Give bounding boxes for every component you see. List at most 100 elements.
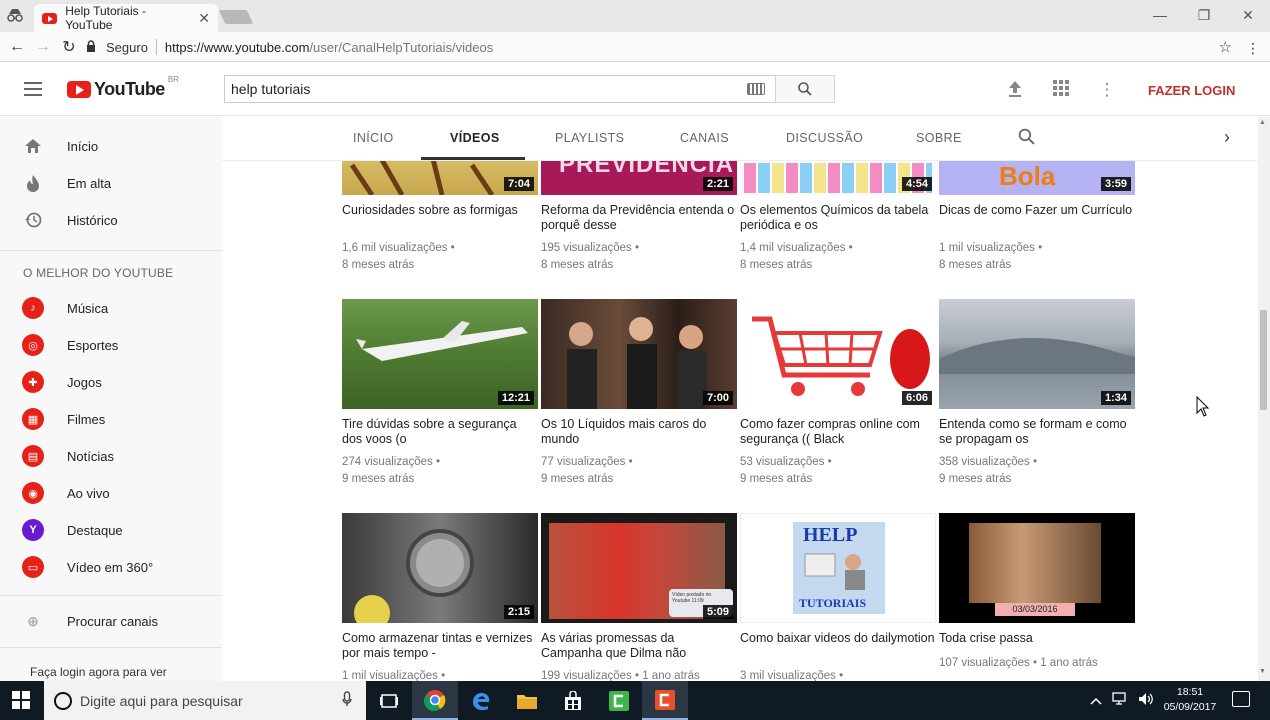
login-button[interactable]: FAZER LOGIN bbox=[1148, 83, 1235, 98]
hamburger-menu-icon[interactable] bbox=[24, 82, 42, 96]
video-views: 3 mil visualizações bbox=[740, 670, 836, 681]
store-icon[interactable] bbox=[550, 681, 596, 720]
sidebar-item-360-video[interactable]: ▭ Vídeo em 360° bbox=[0, 552, 222, 582]
apps-grid-icon[interactable] bbox=[1050, 80, 1072, 103]
video-thumbnail[interactable]: Bola 3:59 bbox=[939, 161, 1135, 195]
video-title[interactable]: Reforma da Previdência entenda o porquê … bbox=[541, 203, 737, 233]
sidebar-item-home[interactable]: Início bbox=[0, 131, 222, 161]
search-input[interactable]: help tutoriais bbox=[224, 75, 776, 103]
keyboard-icon[interactable] bbox=[747, 83, 765, 95]
video-age: 9 meses atrás bbox=[740, 473, 813, 485]
video-thumbnail[interactable]: 7:04 bbox=[342, 161, 538, 195]
tab-discussion[interactable]: DISCUSSÃO bbox=[786, 131, 863, 145]
chevron-up-icon[interactable] bbox=[1090, 694, 1102, 708]
video-card[interactable]: 1:34 Entenda como se formam e como se pr… bbox=[939, 299, 1135, 488]
windows-start-icon[interactable] bbox=[12, 691, 32, 711]
video-age: 8 meses atrás bbox=[342, 259, 415, 271]
task-view-icon[interactable] bbox=[366, 681, 412, 720]
video-thumbnail[interactable]: 7:00 bbox=[541, 299, 737, 409]
close-window-icon[interactable]: ✕ bbox=[1226, 0, 1270, 30]
video-title[interactable]: Curiosidades sobre as formigas bbox=[342, 203, 538, 233]
back-arrow-icon[interactable]: ← bbox=[4, 38, 30, 56]
video-card[interactable]: 4:54 Os elementos Químicos da tabela per… bbox=[740, 161, 936, 274]
tab-home[interactable]: INÍCIO bbox=[353, 131, 394, 145]
tab-channels[interactable]: CANAIS bbox=[680, 131, 729, 145]
action-center-icon[interactable] bbox=[1232, 691, 1250, 707]
video-card[interactable]: 7:00 Os 10 Líquidos mais caros do mundo … bbox=[541, 299, 737, 488]
tab-playlists[interactable]: PLAYLISTS bbox=[555, 131, 624, 145]
tab-videos[interactable]: VÍDEOS bbox=[450, 131, 500, 145]
taskbar-search-input[interactable]: Digite aqui para pesquisar bbox=[44, 681, 366, 720]
video-views: 274 visualizações bbox=[342, 456, 433, 468]
video-title[interactable]: Os 10 Líquidos mais caros do mundo bbox=[541, 417, 737, 447]
close-tab-icon[interactable]: ✕ bbox=[198, 10, 210, 27]
sidebar-item-news[interactable]: ▤ Notícias bbox=[0, 441, 222, 471]
video-thumbnail[interactable]: PREVIDÊNCIA 2:21 bbox=[541, 161, 737, 195]
video-card[interactable]: Vídeo postado no Youtube 11:09 5:09 As v… bbox=[541, 513, 737, 681]
video-duration: 12:21 bbox=[497, 391, 534, 405]
tab-about[interactable]: SOBRE bbox=[916, 131, 962, 145]
address-bar[interactable]: Seguro https://www.youtube.com/user/Cana… bbox=[86, 35, 1240, 59]
video-card[interactable]: Bola 3:59 Dicas de como Fazer um Currícu… bbox=[939, 161, 1135, 274]
camtasia-recorder-icon[interactable] bbox=[596, 681, 642, 720]
video-thumbnail[interactable]: 4:54 bbox=[740, 161, 936, 195]
video-thumbnail[interactable]: 03/03/2016 bbox=[939, 513, 1135, 623]
video-title[interactable]: Os elementos Químicos da tabela periódic… bbox=[740, 203, 936, 233]
sidebar-item-games[interactable]: ✚ Jogos bbox=[0, 367, 222, 397]
sidebar-item-music[interactable]: ♪ Música bbox=[0, 293, 222, 323]
sidebar-item-movies[interactable]: ▦ Filmes bbox=[0, 404, 222, 434]
sidebar-item-browse-channels[interactable]: ⊕ Procurar canais bbox=[0, 606, 222, 636]
reload-icon[interactable]: ↻ bbox=[56, 37, 82, 57]
video-title[interactable]: Entenda como se formam e como se propaga… bbox=[939, 417, 1135, 447]
video-card[interactable]: 12:21 Tire dúvidas sobre a segurança dos… bbox=[342, 299, 538, 488]
upload-icon[interactable] bbox=[1004, 80, 1026, 103]
video-card[interactable]: HELP TUTORIAIS Como baixar videos do dai… bbox=[740, 513, 936, 681]
file-explorer-icon[interactable] bbox=[504, 681, 550, 720]
scrollbar-thumb[interactable] bbox=[1260, 310, 1267, 410]
sidebar-item-history[interactable]: Histórico bbox=[0, 205, 222, 235]
system-clock[interactable]: 18:51 05/09/2017 bbox=[1160, 685, 1220, 715]
volume-icon[interactable] bbox=[1138, 692, 1154, 709]
restore-icon[interactable]: ❐ bbox=[1182, 0, 1226, 30]
video-title[interactable]: Como fazer compras online com segurança … bbox=[740, 417, 936, 447]
bookmark-star-icon[interactable]: ☆ bbox=[1219, 38, 1232, 56]
video-thumbnail[interactable]: 6:06 bbox=[740, 299, 936, 409]
sidebar-item-sports[interactable]: ◎ Esportes bbox=[0, 330, 222, 360]
minimize-icon[interactable]: — bbox=[1138, 0, 1182, 30]
video-thumbnail[interactable]: Vídeo postado no Youtube 11:09 5:09 bbox=[541, 513, 737, 623]
video-card[interactable]: 03/03/2016 Toda crise passa 107 visualiz… bbox=[939, 513, 1135, 672]
video-thumbnail[interactable]: HELP TUTORIAIS bbox=[740, 513, 936, 623]
video-thumbnail[interactable]: 12:21 bbox=[342, 299, 538, 409]
search-button[interactable] bbox=[775, 75, 835, 103]
scroll-up-icon[interactable]: ▲ bbox=[1259, 119, 1266, 126]
video-views: 1 mil visualizações bbox=[342, 670, 438, 681]
sidebar-item-spotlight[interactable]: Y Destaque bbox=[0, 515, 222, 545]
video-thumbnail[interactable]: 2:15 bbox=[342, 513, 538, 623]
video-title[interactable]: Como baixar videos do dailymotion bbox=[740, 631, 936, 661]
scroll-down-icon[interactable]: ▼ bbox=[1259, 668, 1266, 675]
chevron-right-icon[interactable]: › bbox=[1224, 127, 1230, 148]
video-card[interactable]: 2:15 Como armazenar tintas e vernizes po… bbox=[342, 513, 538, 681]
browser-menu-icon[interactable]: ⋮ bbox=[1246, 40, 1260, 57]
video-title[interactable]: Como armazenar tintas e vernizes por mai… bbox=[342, 631, 538, 661]
network-icon[interactable] bbox=[1112, 692, 1128, 709]
sidebar-item-live[interactable]: ◉ Ao vivo bbox=[0, 478, 222, 508]
camtasia-studio-icon[interactable] bbox=[642, 681, 688, 720]
forward-arrow-icon[interactable]: → bbox=[30, 38, 56, 56]
browser-tab[interactable]: Help Tutoriais - YouTube ✕ bbox=[34, 4, 218, 32]
video-title[interactable]: Tire dúvidas sobre a segurança dos voos … bbox=[342, 417, 538, 447]
video-card[interactable]: 7:04 Curiosidades sobre as formigas 1,6 … bbox=[342, 161, 538, 274]
video-title[interactable]: As várias promessas da Campanha que Dilm… bbox=[541, 631, 737, 661]
sidebar-item-trending[interactable]: Em alta bbox=[0, 168, 222, 198]
video-card[interactable]: 6:06 Como fazer compras online com segur… bbox=[740, 299, 936, 488]
chrome-icon[interactable] bbox=[412, 681, 458, 720]
new-tab-button[interactable] bbox=[218, 10, 254, 24]
channel-search-icon[interactable] bbox=[1018, 128, 1035, 150]
microphone-icon[interactable] bbox=[342, 691, 352, 710]
video-card[interactable]: PREVIDÊNCIA 2:21 Reforma da Previdência … bbox=[541, 161, 737, 274]
youtube-logo[interactable]: YouTube BR bbox=[67, 75, 179, 100]
more-options-icon[interactable]: ⋮ bbox=[1096, 80, 1118, 103]
video-title[interactable]: Dicas de como Fazer um Currículo bbox=[939, 203, 1135, 233]
video-thumbnail[interactable]: 1:34 bbox=[939, 299, 1135, 409]
edge-icon[interactable] bbox=[458, 681, 504, 720]
